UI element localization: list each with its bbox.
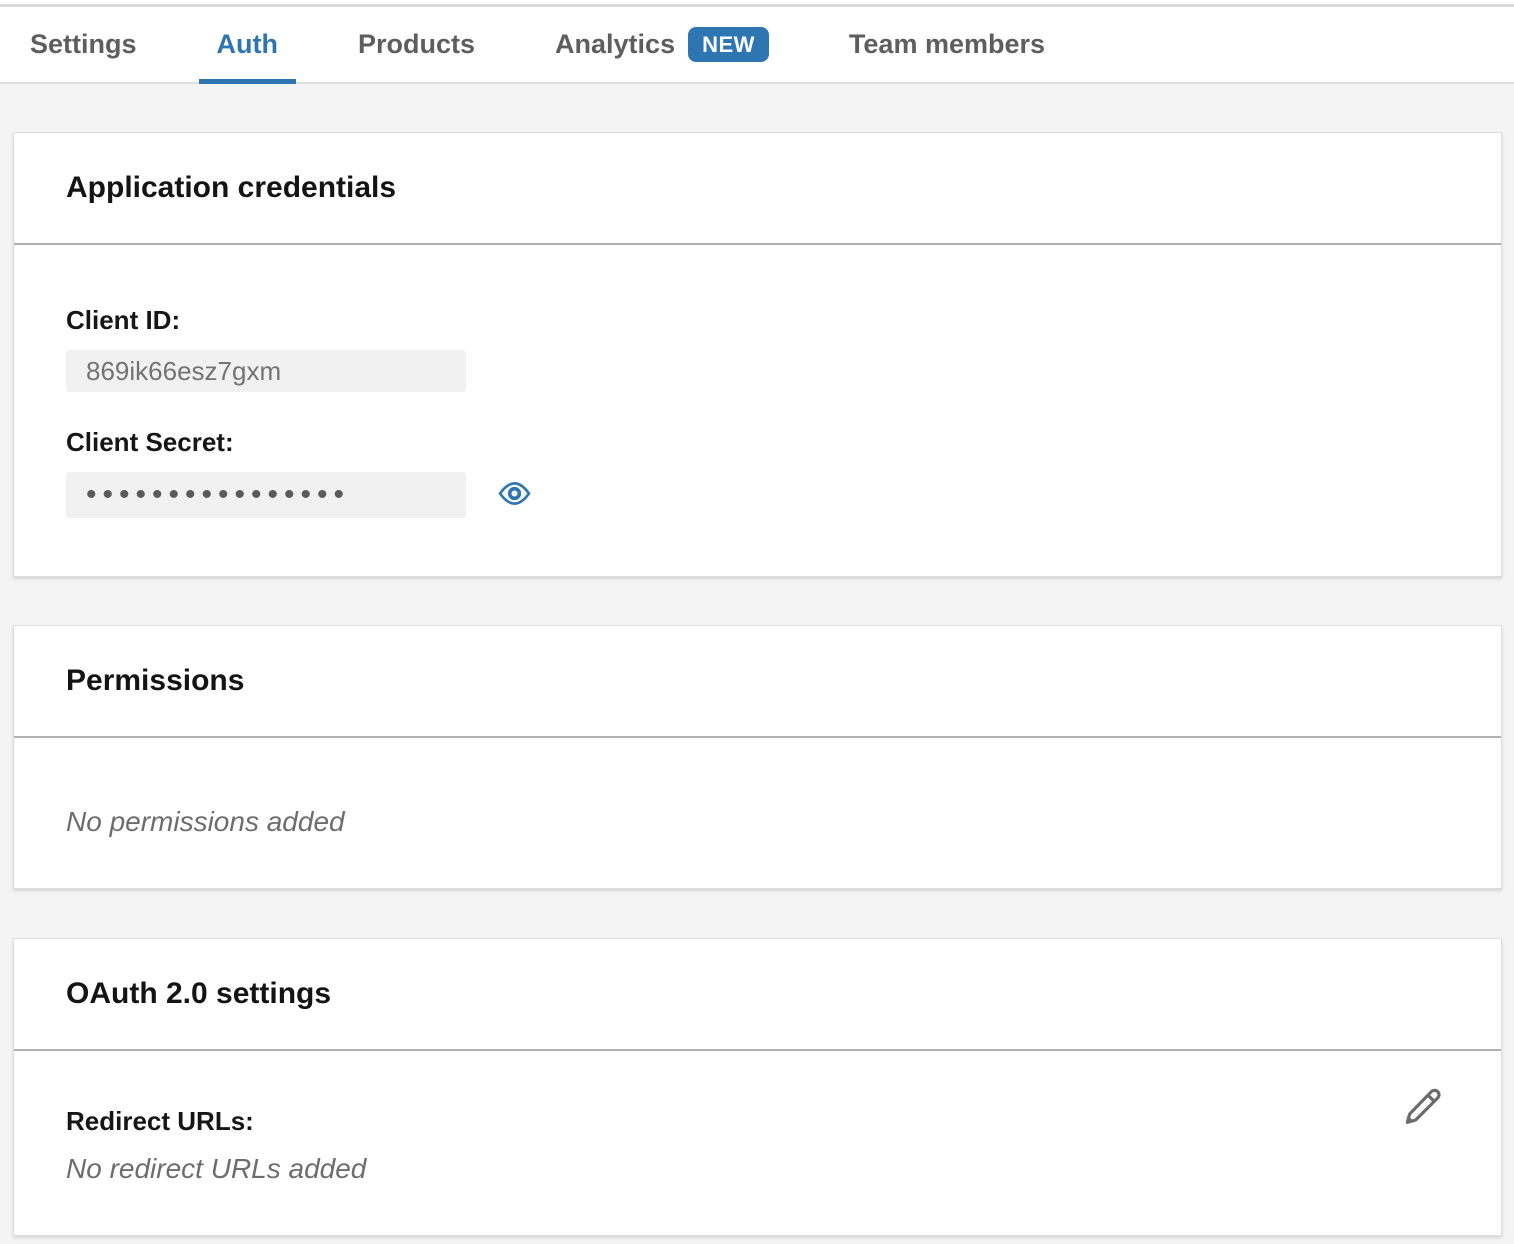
tab-team-members-label: Team members: [849, 29, 1045, 60]
permissions-title: Permissions: [66, 659, 1449, 703]
oauth-settings-card: OAuth 2.0 settings Redirect URLs: No red…: [13, 938, 1502, 1236]
tab-team-members[interactable]: Team members: [831, 7, 1063, 82]
permissions-empty-state: No permissions added: [66, 802, 1449, 842]
main-content: Application credentials Client ID: 869ik…: [0, 132, 1514, 1236]
client-id-label: Client ID:: [66, 302, 1449, 338]
tab-settings[interactable]: Settings: [12, 7, 155, 82]
client-secret-row: ••••••••••••••••: [66, 472, 1449, 518]
tab-bar: Settings Auth Products Analytics NEW Tea…: [0, 7, 1514, 84]
pencil-icon: [1403, 1084, 1443, 1131]
redirect-urls-empty-state: No redirect URLs added: [66, 1149, 1449, 1189]
tab-analytics[interactable]: Analytics NEW: [537, 7, 787, 82]
application-credentials-header: Application credentials: [14, 133, 1501, 245]
oauth-settings-header: OAuth 2.0 settings: [14, 939, 1501, 1051]
tab-products-label: Products: [358, 29, 475, 60]
edit-redirect-urls-button[interactable]: [1399, 1081, 1447, 1133]
client-secret-value: ••••••••••••••••: [66, 472, 466, 518]
client-id-value: 869ik66esz7gxm: [66, 350, 466, 392]
application-credentials-title: Application credentials: [66, 166, 1449, 210]
eye-icon: [498, 480, 531, 510]
tab-products[interactable]: Products: [340, 7, 493, 82]
client-secret-label: Client Secret:: [66, 424, 1449, 460]
permissions-body: No permissions added: [14, 738, 1501, 888]
permissions-card: Permissions No permissions added: [13, 625, 1502, 889]
application-credentials-card: Application credentials Client ID: 869ik…: [13, 132, 1502, 577]
tab-analytics-label: Analytics: [555, 29, 675, 60]
redirect-urls-label: Redirect URLs:: [66, 1103, 1449, 1139]
new-badge: NEW: [688, 27, 769, 62]
tab-auth-label: Auth: [217, 29, 278, 60]
oauth-settings-body: Redirect URLs: No redirect URLs added: [14, 1051, 1501, 1235]
reveal-secret-button[interactable]: [498, 480, 531, 510]
tab-auth[interactable]: Auth: [199, 7, 296, 82]
application-credentials-body: Client ID: 869ik66esz7gxm Client Secret:…: [14, 245, 1501, 576]
oauth-settings-title: OAuth 2.0 settings: [66, 972, 1449, 1016]
permissions-header: Permissions: [14, 626, 1501, 738]
tab-settings-label: Settings: [30, 29, 137, 60]
